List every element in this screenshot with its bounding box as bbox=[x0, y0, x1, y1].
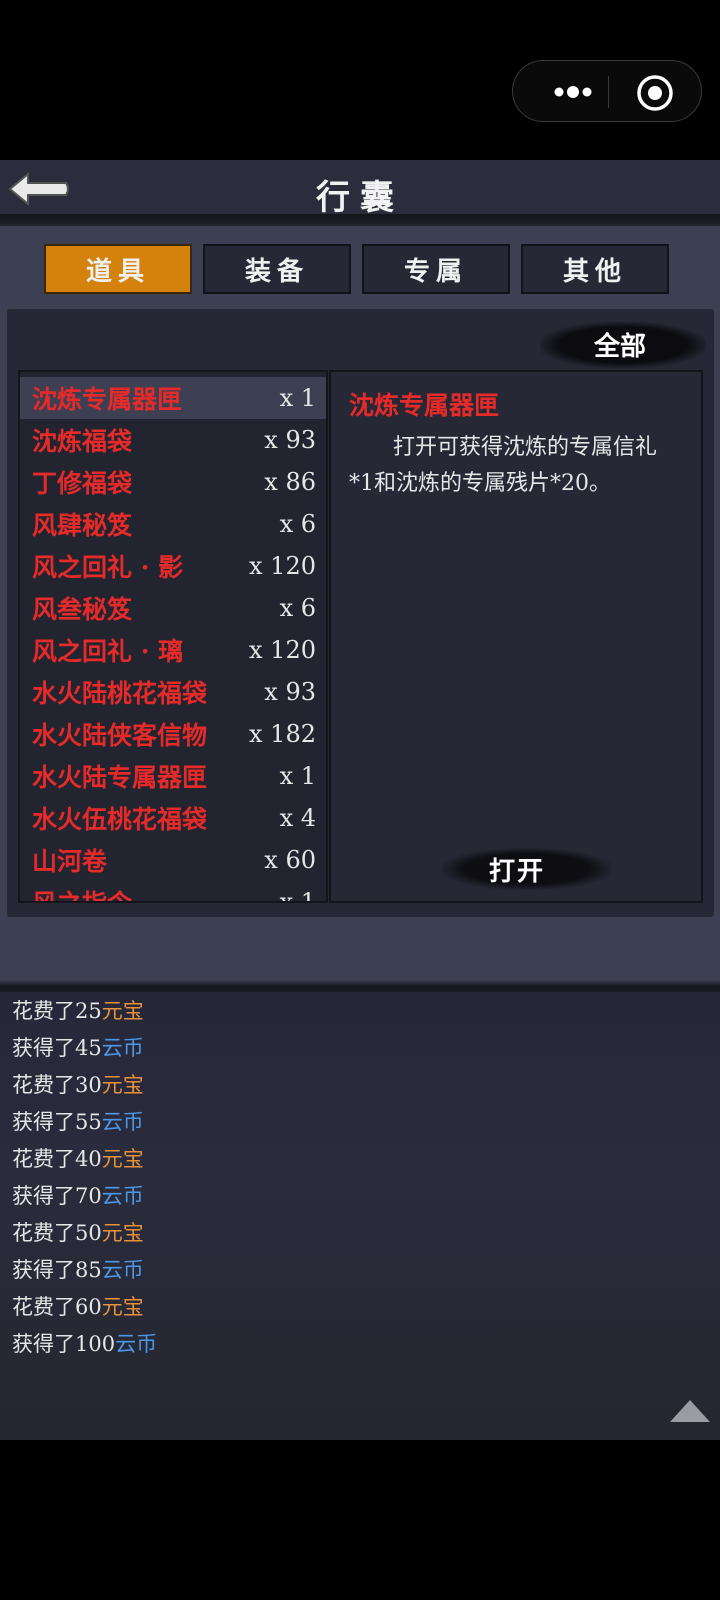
target-close-icon[interactable] bbox=[635, 73, 675, 113]
item-quantity: x 1 bbox=[279, 384, 316, 412]
item-quantity: x 4 bbox=[279, 804, 316, 832]
filter-all-button[interactable]: 全部 bbox=[570, 326, 670, 363]
item-name: 风之指令 bbox=[32, 884, 132, 901]
page-title: 行囊 bbox=[316, 178, 404, 218]
log-entry: 花费了30元宝 bbox=[12, 1073, 144, 1097]
item-quantity: x 60 bbox=[264, 846, 316, 874]
list-item[interactable]: 水火伍桃花福袋 x 4 bbox=[20, 797, 326, 839]
item-detail-panel: 沈炼专属器匣 打开可获得沈炼的专属信礼*1和沈炼的专属残片*20。 bbox=[329, 370, 703, 903]
log-entry: 花费了60元宝 bbox=[12, 1295, 144, 1319]
tab-items[interactable]: 道具 bbox=[44, 244, 192, 294]
capsule-divider bbox=[608, 76, 609, 108]
list-item[interactable]: 水火陆桃花福袋 x 93 bbox=[20, 671, 326, 713]
log-entry: 获得了100云币 bbox=[12, 1332, 158, 1356]
list-item[interactable]: 风肆秘笈 x 6 bbox=[20, 503, 326, 545]
list-item[interactable]: 山河卷 x 60 bbox=[20, 839, 326, 881]
item-quantity: x 93 bbox=[264, 678, 316, 706]
item-name: 风之回礼 · 璃 bbox=[32, 637, 184, 666]
item-list[interactable]: 沈炼专属器匣 x 1 沈炼福袋 x 93 丁修福袋 x 86 风肆秘笈 x 6 … bbox=[18, 370, 328, 903]
list-item[interactable]: 风之回礼 · 璃 x 120 bbox=[20, 629, 326, 671]
list-item[interactable]: 沈炼福袋 x 93 bbox=[20, 419, 326, 461]
transaction-log: 花费了25元宝 获得了45云币 花费了30元宝 获得了55云币 花费了40元宝 … bbox=[12, 996, 157, 1366]
item-quantity: x 1 bbox=[279, 762, 316, 790]
item-name: 丁修福袋 bbox=[32, 469, 133, 498]
triangle-up-icon[interactable] bbox=[668, 1398, 712, 1424]
item-name: 风肆秘笈 bbox=[32, 511, 133, 540]
list-item[interactable]: 风叁秘笈 x 6 bbox=[20, 587, 326, 629]
item-name: 水火伍桃花福袋 bbox=[32, 805, 208, 834]
detail-title: 沈炼专属器匣 bbox=[349, 391, 500, 420]
tab-other[interactable]: 其他 bbox=[521, 244, 669, 294]
log-entry: 获得了85云币 bbox=[12, 1258, 144, 1282]
list-item[interactable]: 风之回礼 · 影 x 120 bbox=[20, 545, 326, 587]
item-quantity: x 120 bbox=[249, 636, 316, 664]
log-entry: 花费了50元宝 bbox=[12, 1221, 144, 1245]
list-item[interactable]: 沈炼专属器匣 x 1 bbox=[20, 377, 326, 419]
header-bar: 行囊 bbox=[0, 160, 720, 220]
tab-exclusive[interactable]: 专属 bbox=[362, 244, 510, 294]
item-quantity: x 6 bbox=[279, 510, 316, 538]
item-quantity: x 1 bbox=[279, 888, 316, 903]
item-quantity: x 93 bbox=[264, 426, 316, 454]
item-quantity: x 6 bbox=[279, 594, 316, 622]
item-quantity: x 182 bbox=[249, 720, 316, 748]
item-name: 山河卷 bbox=[32, 847, 108, 876]
detail-description: 打开可获得沈炼的专属信礼*1和沈炼的专属残片*20。 bbox=[349, 435, 658, 496]
tab-equipment[interactable]: 装备 bbox=[203, 244, 351, 294]
item-name: 水火陆侠客信物 bbox=[32, 721, 208, 750]
log-entry: 获得了45云币 bbox=[12, 1036, 144, 1060]
bottom-blank-area bbox=[0, 1440, 720, 1600]
item-quantity: x 120 bbox=[249, 552, 316, 580]
list-item[interactable]: 风之指令 x 1 bbox=[20, 881, 326, 903]
item-quantity: x 86 bbox=[264, 468, 316, 496]
log-entry: 获得了55云币 bbox=[12, 1110, 144, 1134]
item-name: 水火陆桃花福袋 bbox=[32, 679, 208, 708]
item-name: 风叁秘笈 bbox=[32, 595, 133, 624]
miniprogram-capsule bbox=[512, 60, 702, 122]
item-name: 风之回礼 · 影 bbox=[32, 553, 184, 582]
item-name: 沈炼专属器匣 bbox=[32, 385, 183, 414]
log-entry: 花费了25元宝 bbox=[12, 999, 144, 1023]
item-name: 沈炼福袋 bbox=[32, 427, 133, 456]
log-entry: 花费了40元宝 bbox=[12, 1147, 144, 1171]
more-dots-icon[interactable] bbox=[541, 75, 601, 109]
list-item[interactable]: 水火陆专属器匣 x 1 bbox=[20, 755, 326, 797]
open-button[interactable]: 打开 bbox=[467, 851, 567, 888]
list-item[interactable]: 丁修福袋 x 86 bbox=[20, 461, 326, 503]
list-item[interactable]: 水火陆侠客信物 x 182 bbox=[20, 713, 326, 755]
item-name: 水火陆专属器匣 bbox=[32, 763, 208, 792]
log-entry: 获得了70云币 bbox=[12, 1184, 144, 1208]
